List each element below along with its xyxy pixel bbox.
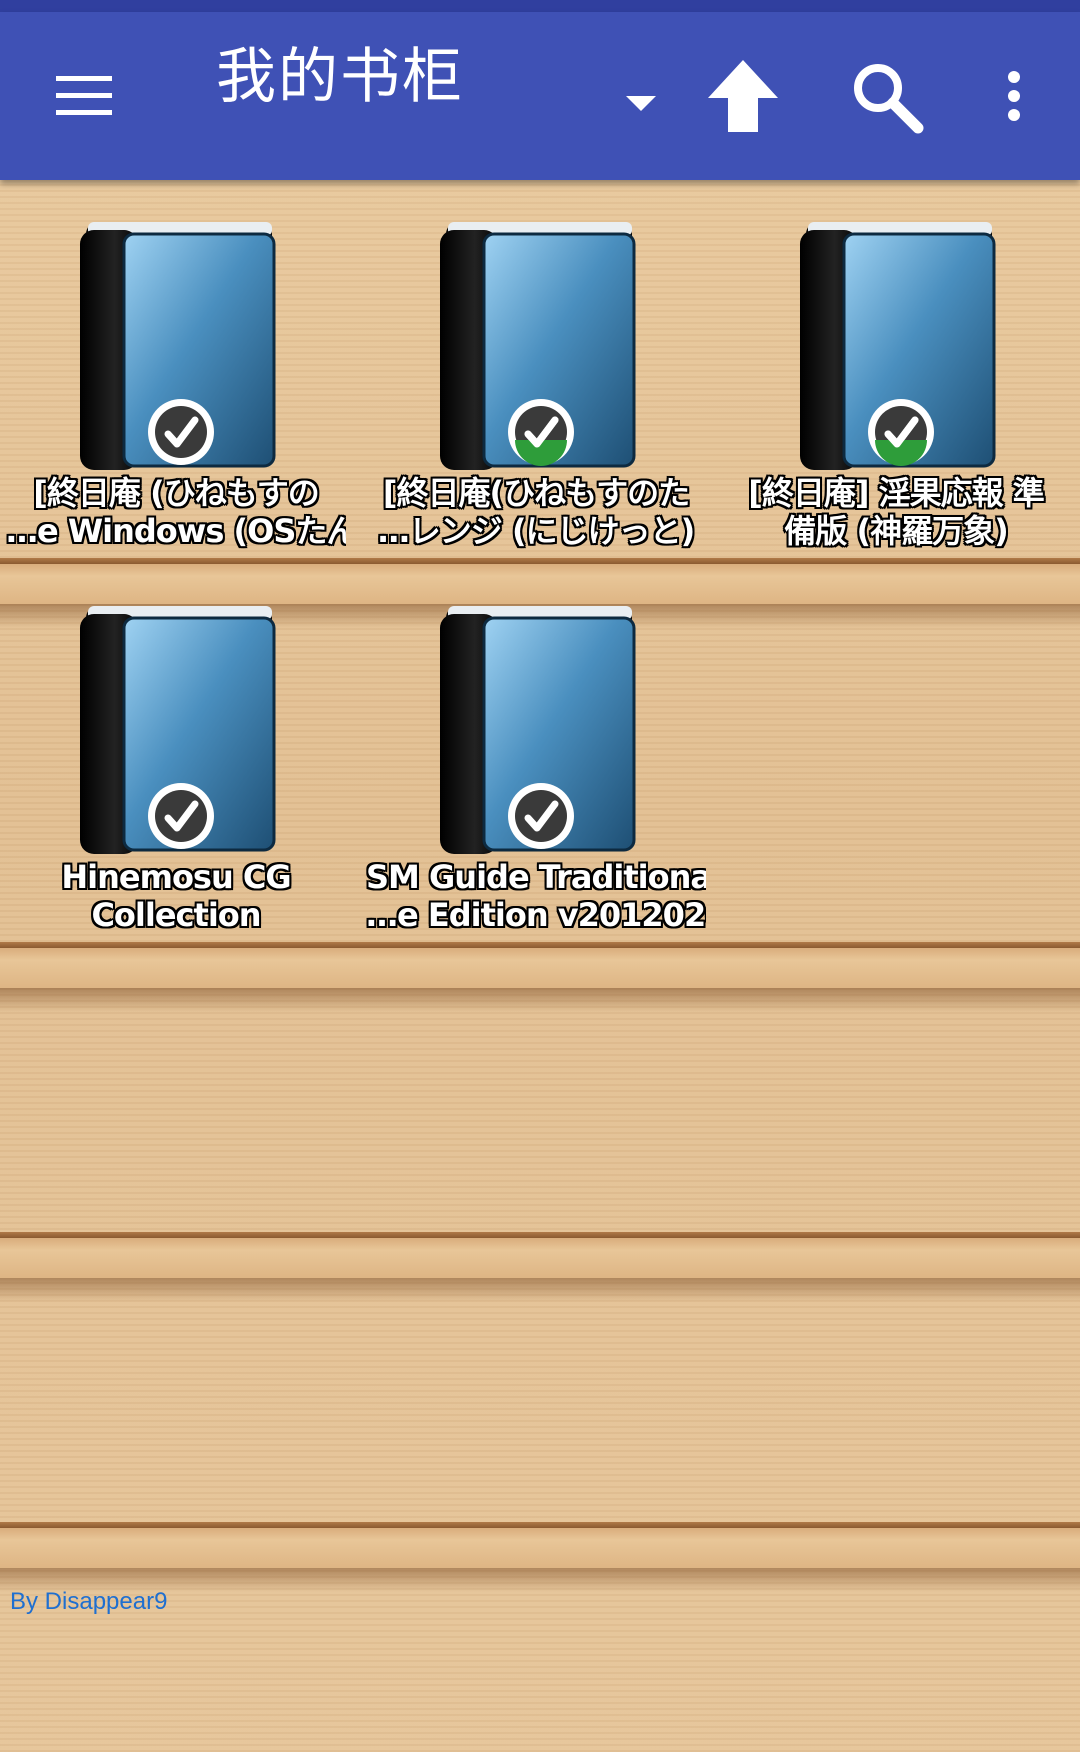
check-circle-icon — [506, 397, 576, 467]
book-item[interactable]: [終日庵(ひねもすのた …レンジ (にじけっと) — [366, 212, 706, 572]
status-bar — [0, 0, 1080, 12]
book-item[interactable]: [終日庵 (ひねもすの …e Windows (OSたん) — [6, 212, 346, 572]
arrow-up-icon[interactable] — [706, 58, 780, 138]
check-circle-icon — [866, 397, 936, 467]
book-title: [終日庵 (ひねもすの …e Windows (OSたん) — [6, 474, 346, 550]
search-icon[interactable] — [850, 60, 924, 138]
book-title: [終日庵] 淫果応報 準備版 (神羅万象) — [748, 474, 1045, 550]
shelf-ledge — [0, 1232, 1080, 1302]
book-title: Hinemosu CG Collection — [61, 858, 291, 934]
shelf-ledge — [0, 1522, 1080, 1592]
book-title: SM Guide Traditional…e Edition v20120208 — [366, 858, 706, 934]
dropdown-arrow-icon[interactable] — [626, 96, 656, 111]
book-item[interactable]: Hinemosu CG Collection — [6, 596, 346, 956]
more-vert-icon[interactable] — [1004, 70, 1024, 126]
author-credit: By Disappear9 — [10, 1588, 168, 1615]
book-item[interactable]: SM Guide Traditional…e Edition v20120208 — [366, 596, 706, 956]
book-item[interactable]: [終日庵] 淫果応報 準備版 (神羅万象) — [726, 212, 1066, 572]
check-circle-icon — [146, 781, 216, 851]
check-circle-icon — [506, 781, 576, 851]
book-title: [終日庵(ひねもすのた …レンジ (にじけっと) — [377, 474, 695, 550]
hamburger-menu-icon[interactable] — [56, 76, 112, 116]
check-circle-icon — [146, 397, 216, 467]
page-title[interactable]: 我的书柜 — [216, 28, 464, 115]
app-bar: 我的书柜 — [0, 12, 1080, 180]
